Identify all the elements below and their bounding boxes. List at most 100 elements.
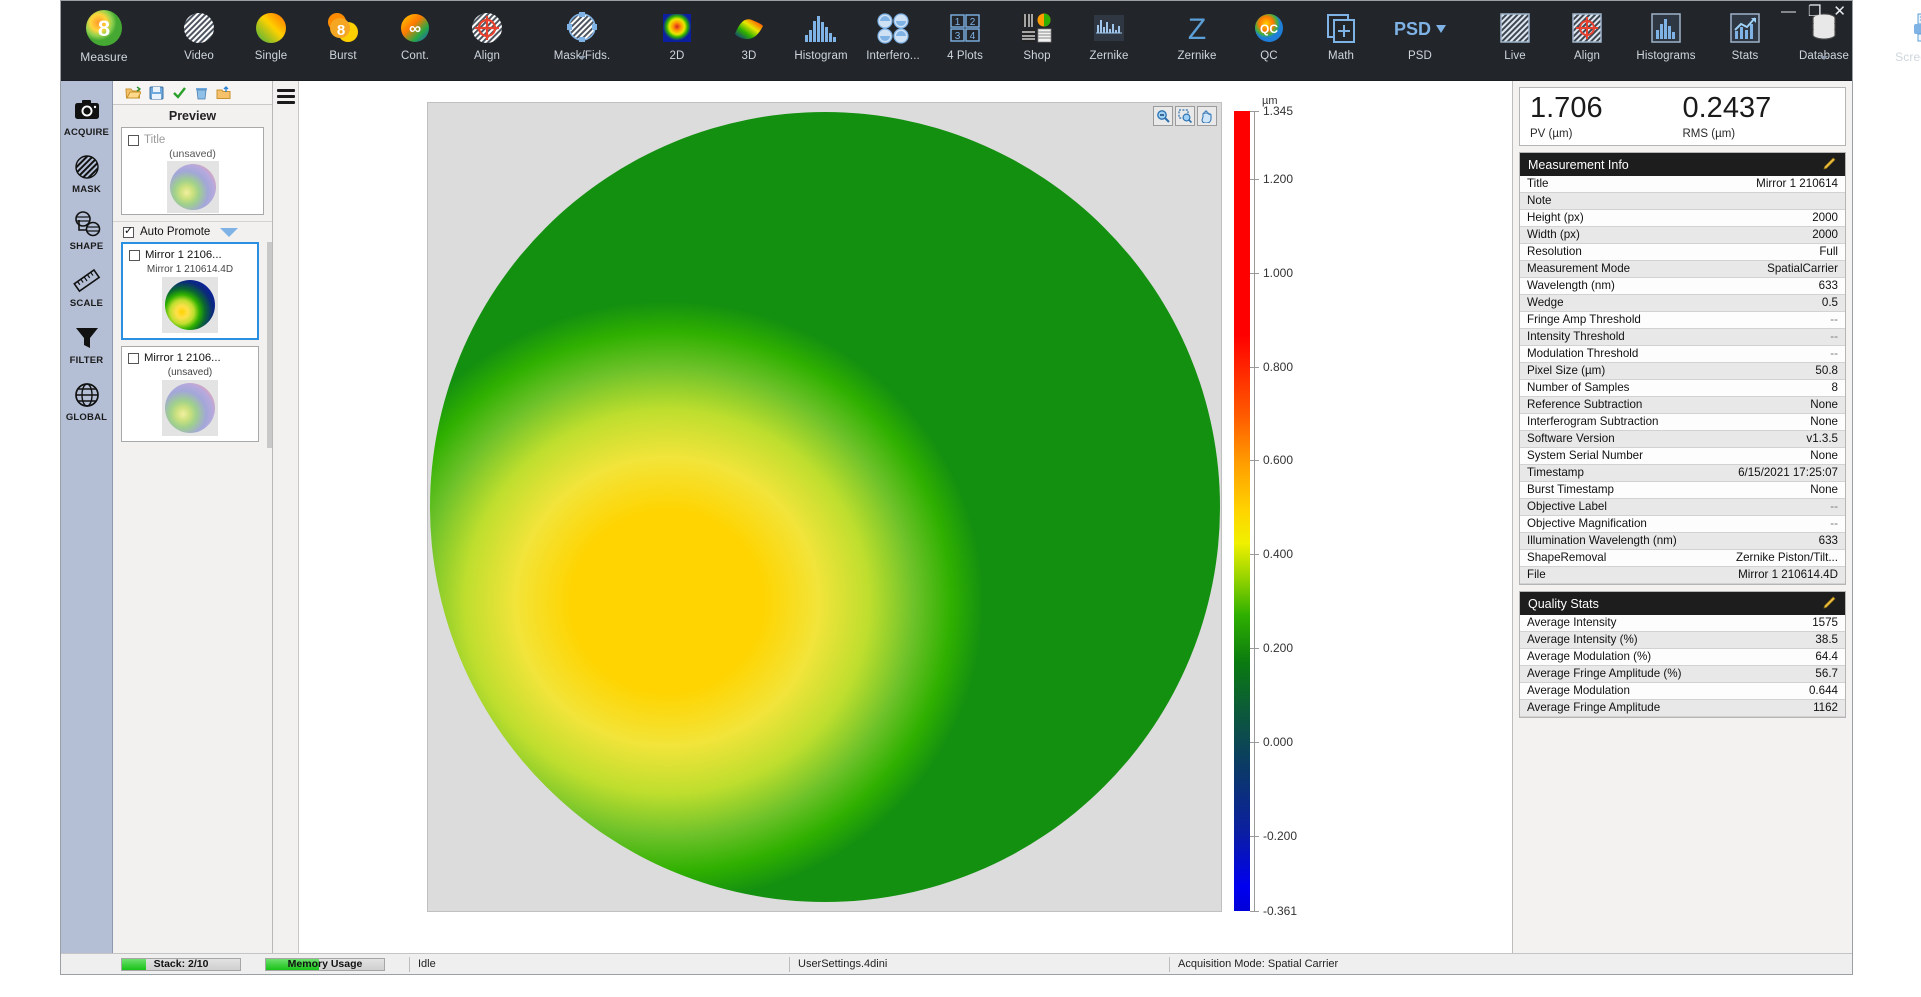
table-row[interactable]: System Serial NumberNone <box>1520 448 1845 465</box>
ribbon-button-live[interactable]: Live <box>1479 1 1551 80</box>
table-row[interactable]: Average Fringe Amplitude (%)56.7 <box>1520 666 1845 683</box>
colorbar-tick-label: 0.600 <box>1263 453 1293 467</box>
table-row[interactable]: Objective Label-- <box>1520 499 1845 516</box>
table-row[interactable]: Intensity Threshold-- <box>1520 329 1845 346</box>
rail-item-shape[interactable]: SHAPE <box>61 209 113 252</box>
hamburger-menu-icon[interactable] <box>277 89 295 953</box>
rail-item-global[interactable]: GLOBAL <box>61 380 113 423</box>
ribbon-button-measure[interactable]: 8 Measure <box>61 1 147 80</box>
table-row[interactable]: Software Versionv1.3.5 <box>1520 431 1845 448</box>
table-row[interactable]: Average Fringe Amplitude1162 <box>1520 700 1845 717</box>
ribbon-button-2d[interactable]: 2D <box>641 1 713 80</box>
table-row[interactable]: Measurement ModeSpatialCarrier <box>1520 261 1845 278</box>
ribbon-button-video[interactable]: Video <box>163 1 235 80</box>
pan-hand-icon[interactable] <box>1197 106 1217 126</box>
wavefront-plot-canvas[interactable] <box>427 102 1222 912</box>
table-row[interactable]: ResolutionFull <box>1520 244 1845 261</box>
colorbar-tick-label: 1.200 <box>1263 172 1293 186</box>
ribbon-button-4plots[interactable]: 12 34 4 Plots <box>929 1 1001 80</box>
collapse-triangle-icon[interactable] <box>220 228 238 237</box>
ribbon-label-4plots: 4 Plots <box>947 50 983 62</box>
ribbon-button-zernike[interactable]: Z Zernike <box>1161 1 1233 80</box>
rail-item-filter[interactable]: FILTER <box>61 323 113 366</box>
restore-button[interactable]: ❐ <box>1808 4 1821 19</box>
delete-icon[interactable] <box>195 86 208 100</box>
table-row[interactable]: Objective Magnification-- <box>1520 516 1845 533</box>
rail-item-mask[interactable]: MASK <box>61 152 113 195</box>
ribbon-button-histograms[interactable]: Histograms <box>1623 1 1709 80</box>
list-item-checkbox[interactable] <box>129 250 140 261</box>
table-row[interactable]: Width (px)2000 <box>1520 227 1845 244</box>
ribbon-button-zernike-plot[interactable]: Zernike <box>1073 1 1145 80</box>
measurement-list-item[interactable]: Mirror 1 2106... (unsaved) <box>121 346 259 442</box>
ribbon-button-mask-fids[interactable]: Mask/Fids. <box>539 1 625 80</box>
close-button[interactable]: ✕ <box>1833 4 1846 19</box>
ribbon-toolbar: 8 Measure Video <box>61 1 1852 81</box>
rail-item-acquire[interactable]: ACQUIRE <box>61 95 113 138</box>
table-row[interactable]: ShapeRemovalZernike Piston/Tilt... <box>1520 550 1845 567</box>
chevron-down-icon[interactable] <box>1820 56 1828 60</box>
preview-scrollbar[interactable] <box>267 242 272 448</box>
ribbon-button-align[interactable]: Align <box>451 1 523 80</box>
table-row[interactable]: Note <box>1520 193 1845 210</box>
row-value: 0.644 <box>1809 684 1838 697</box>
ribbon-button-cont[interactable]: ∞ Cont. <box>379 1 451 80</box>
wavefront-map <box>430 112 1220 902</box>
wavefront-thumb <box>170 164 216 210</box>
rms-label: RMS (µm) <box>1683 128 1836 140</box>
zernike-bars-icon <box>1093 7 1125 49</box>
rail-item-scale[interactable]: SCALE <box>61 266 113 309</box>
table-row[interactable]: Interferogram SubtractionNone <box>1520 414 1845 431</box>
table-row[interactable]: Wavelength (nm)633 <box>1520 278 1845 295</box>
ribbon-button-psd[interactable]: PSD PSD <box>1377 1 1463 80</box>
ribbon-button-stats[interactable]: Stats <box>1709 1 1781 80</box>
zoom-region-icon[interactable] <box>1175 106 1195 126</box>
table-row[interactable]: Modulation Threshold-- <box>1520 346 1845 363</box>
preview-card[interactable]: Title (unsaved) <box>121 127 264 215</box>
save-icon[interactable] <box>149 86 164 100</box>
table-row[interactable]: Average Intensity1575 <box>1520 615 1845 632</box>
row-value: 6/15/2021 17:25:07 <box>1738 466 1838 479</box>
table-row[interactable]: Pixel Size (µm)50.8 <box>1520 363 1845 380</box>
table-row[interactable]: Average Modulation0.644 <box>1520 683 1845 700</box>
preview-card-status: (unsaved) <box>128 148 257 160</box>
svg-text:8: 8 <box>98 16 110 41</box>
table-row[interactable]: Average Intensity (%)38.5 <box>1520 632 1845 649</box>
table-row[interactable]: Illumination Wavelength (nm)633 <box>1520 533 1845 550</box>
rail-label-scale: SCALE <box>70 298 103 309</box>
ribbon-button-align-tool[interactable]: Align <box>1551 1 1623 80</box>
table-row[interactable]: Timestamp6/15/2021 17:25:07 <box>1520 465 1845 482</box>
ribbon-button-single[interactable]: Single <box>235 1 307 80</box>
zoom-out-icon[interactable] <box>1153 106 1173 126</box>
table-row[interactable]: Height (px)2000 <box>1520 210 1845 227</box>
table-row[interactable]: Burst TimestampNone <box>1520 482 1845 499</box>
ribbon-button-3d[interactable]: 3D <box>713 1 785 80</box>
pencil-icon[interactable] <box>1823 596 1837 611</box>
preview-card-checkbox[interactable] <box>128 135 139 146</box>
ribbon-button-qc[interactable]: QC QC <box>1233 1 1305 80</box>
table-row[interactable]: TitleMirror 1 210614 <box>1520 176 1845 193</box>
auto-promote-checkbox[interactable] <box>123 227 134 238</box>
ribbon-button-screenshot[interactable]: Screenshot <box>1883 1 1921 80</box>
minimize-button[interactable]: — <box>1781 4 1796 19</box>
accept-icon[interactable] <box>172 86 187 100</box>
ribbon-button-math[interactable]: Math <box>1305 1 1377 80</box>
table-row[interactable]: FileMirror 1 210614.4D <box>1520 567 1845 584</box>
open-icon[interactable] <box>125 86 141 100</box>
table-row[interactable]: Fringe Amp Threshold-- <box>1520 312 1845 329</box>
export-icon[interactable] <box>216 86 231 100</box>
ribbon-button-shop[interactable]: Shop <box>1001 1 1073 80</box>
ribbon-button-burst[interactable]: 8 Burst <box>307 1 379 80</box>
table-row[interactable]: Reference SubtractionNone <box>1520 397 1845 414</box>
auto-promote-row[interactable]: Auto Promote <box>113 221 272 242</box>
measurement-list-item[interactable]: Mirror 1 2106... Mirror 1 210614.4D <box>121 242 259 340</box>
table-row[interactable]: Wedge0.5 <box>1520 295 1845 312</box>
list-item-checkbox[interactable] <box>128 353 139 364</box>
chevron-down-icon[interactable] <box>578 56 586 60</box>
pencil-icon[interactable] <box>1823 157 1837 172</box>
table-row[interactable]: Average Modulation (%)64.4 <box>1520 649 1845 666</box>
ribbon-button-interferogram[interactable]: Interfero... <box>857 1 929 80</box>
table-row[interactable]: Number of Samples8 <box>1520 380 1845 397</box>
ribbon-label-histograms: Histograms <box>1636 50 1695 62</box>
ribbon-button-histogram[interactable]: Histogram <box>785 1 857 80</box>
